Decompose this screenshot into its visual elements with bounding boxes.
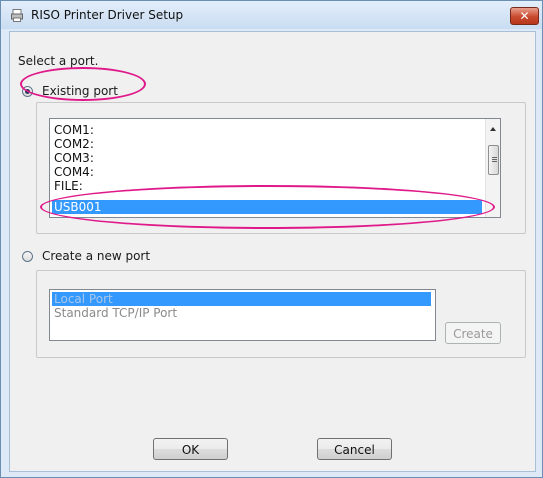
create-button: Create — [445, 322, 501, 344]
scroll-up-arrow-icon[interactable] — [490, 127, 496, 131]
list-item[interactable]: COM3: — [52, 151, 482, 165]
prompt-label: Select a port. — [18, 54, 99, 68]
radio-unchecked-icon — [22, 251, 33, 262]
window-title: RISO Printer Driver Setup — [31, 8, 184, 22]
existing-port-list[interactable]: COM1: COM2: COM3: COM4: FILE: USB001 — [49, 118, 501, 218]
existing-port-radio[interactable]: Existing port — [22, 84, 152, 100]
ok-button[interactable]: OK — [153, 438, 228, 460]
list-item-selected[interactable]: USB001 — [52, 200, 482, 214]
close-button[interactable]: ✕ — [510, 7, 539, 25]
existing-port-group: COM1: COM2: COM3: COM4: FILE: USB001 — [36, 102, 526, 234]
list-item[interactable]: FILE: — [52, 179, 482, 193]
list-item[interactable]: COM1: — [52, 123, 482, 137]
create-new-port-radio[interactable]: Create a new port — [22, 249, 182, 265]
new-port-group: Local Port Standard TCP/IP Port Create — [36, 270, 526, 358]
create-new-port-label: Create a new port — [42, 249, 151, 263]
list-item[interactable]: COM2: — [52, 137, 482, 151]
printer-icon — [11, 9, 23, 22]
list-item[interactable]: COM4: — [52, 165, 482, 179]
close-icon: ✕ — [519, 9, 530, 23]
dialog-window: RISO Printer Driver Setup ✕ Select a por… — [0, 0, 543, 478]
list-item-selected: Local Port — [52, 292, 431, 306]
dialog-client-area: Select a port. Existing port COM1: COM2:… — [9, 31, 536, 472]
existing-port-label: Existing port — [42, 84, 118, 98]
cancel-button[interactable]: Cancel — [317, 438, 392, 460]
scroll-thumb[interactable] — [488, 145, 499, 175]
title-bar[interactable]: RISO Printer Driver Setup ✕ — [1, 1, 542, 29]
list-scrollbar[interactable] — [485, 119, 500, 217]
port-type-list: Local Port Standard TCP/IP Port — [49, 289, 436, 341]
radio-checked-icon — [22, 86, 33, 97]
list-item: Standard TCP/IP Port — [54, 306, 178, 320]
